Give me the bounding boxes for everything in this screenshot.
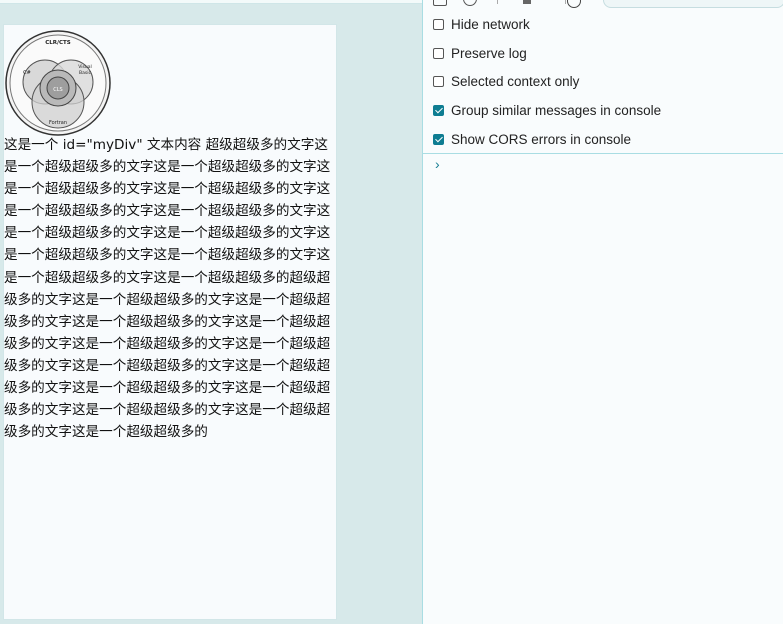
setting-hide-network[interactable]: Hide network	[423, 10, 783, 39]
setting-label: Hide network	[451, 16, 530, 32]
page-content-area: CLR/CTS C# Visual Basic CLS Fortran 这是一个…	[3, 24, 337, 620]
console-prompt-chevron-icon[interactable]: ›	[435, 156, 440, 172]
hide-network-checkbox[interactable]	[433, 18, 444, 30]
show-cors-errors-checkbox[interactable]	[433, 134, 444, 146]
setting-label: Group similar messages in console	[451, 103, 662, 119]
toolbar-divider	[497, 0, 498, 4]
clr-cts-diagram-image: CLR/CTS C# Visual Basic CLS Fortran	[5, 30, 111, 136]
setting-label: Show CORS errors in console	[451, 132, 632, 148]
logo-fortran-label: Fortran	[49, 120, 67, 126]
group-similar-checkbox[interactable]	[433, 105, 444, 117]
mydiv-text: 这是一个 id="myDiv" 文本内容 超级超级多的文字这是一个超级超级多的文…	[4, 137, 331, 441]
devtools-toolbar	[423, 0, 783, 8]
logo-vb-label-1: Visual	[78, 64, 91, 70]
settings-divider	[423, 153, 783, 154]
logo-vb-label-2: Basic	[79, 70, 91, 76]
preserve-log-checkbox[interactable]	[433, 47, 444, 59]
setting-label: Selected context only	[451, 74, 580, 90]
setting-group-similar[interactable]: Group similar messages in console	[423, 96, 783, 125]
toolbar-divider	[565, 0, 566, 4]
setting-show-cors-errors[interactable]: Show CORS errors in console	[423, 125, 783, 154]
selected-context-only-checkbox[interactable]	[433, 76, 444, 88]
logo-title: CLR/CTS	[45, 40, 71, 46]
sidebar-toggle-icon[interactable]	[433, 0, 447, 6]
live-expression-eye-icon[interactable]	[567, 0, 581, 8]
console-settings: Hide network Preserve log Selected conte…	[423, 10, 783, 154]
setting-selected-context-only[interactable]: Selected context only	[423, 68, 783, 97]
clear-console-icon[interactable]	[463, 0, 477, 6]
browser-top-strip	[0, 0, 422, 4]
logo-csharp-label: C#	[23, 70, 31, 76]
logo-cls-label: CLS	[53, 87, 62, 93]
filter-input[interactable]	[603, 0, 783, 8]
setting-label: Preserve log	[451, 45, 527, 61]
setting-preserve-log[interactable]: Preserve log	[423, 39, 783, 68]
devtools-panel: Hide network Preserve log Selected conte…	[422, 0, 783, 624]
context-selector-icon[interactable]	[523, 0, 531, 4]
